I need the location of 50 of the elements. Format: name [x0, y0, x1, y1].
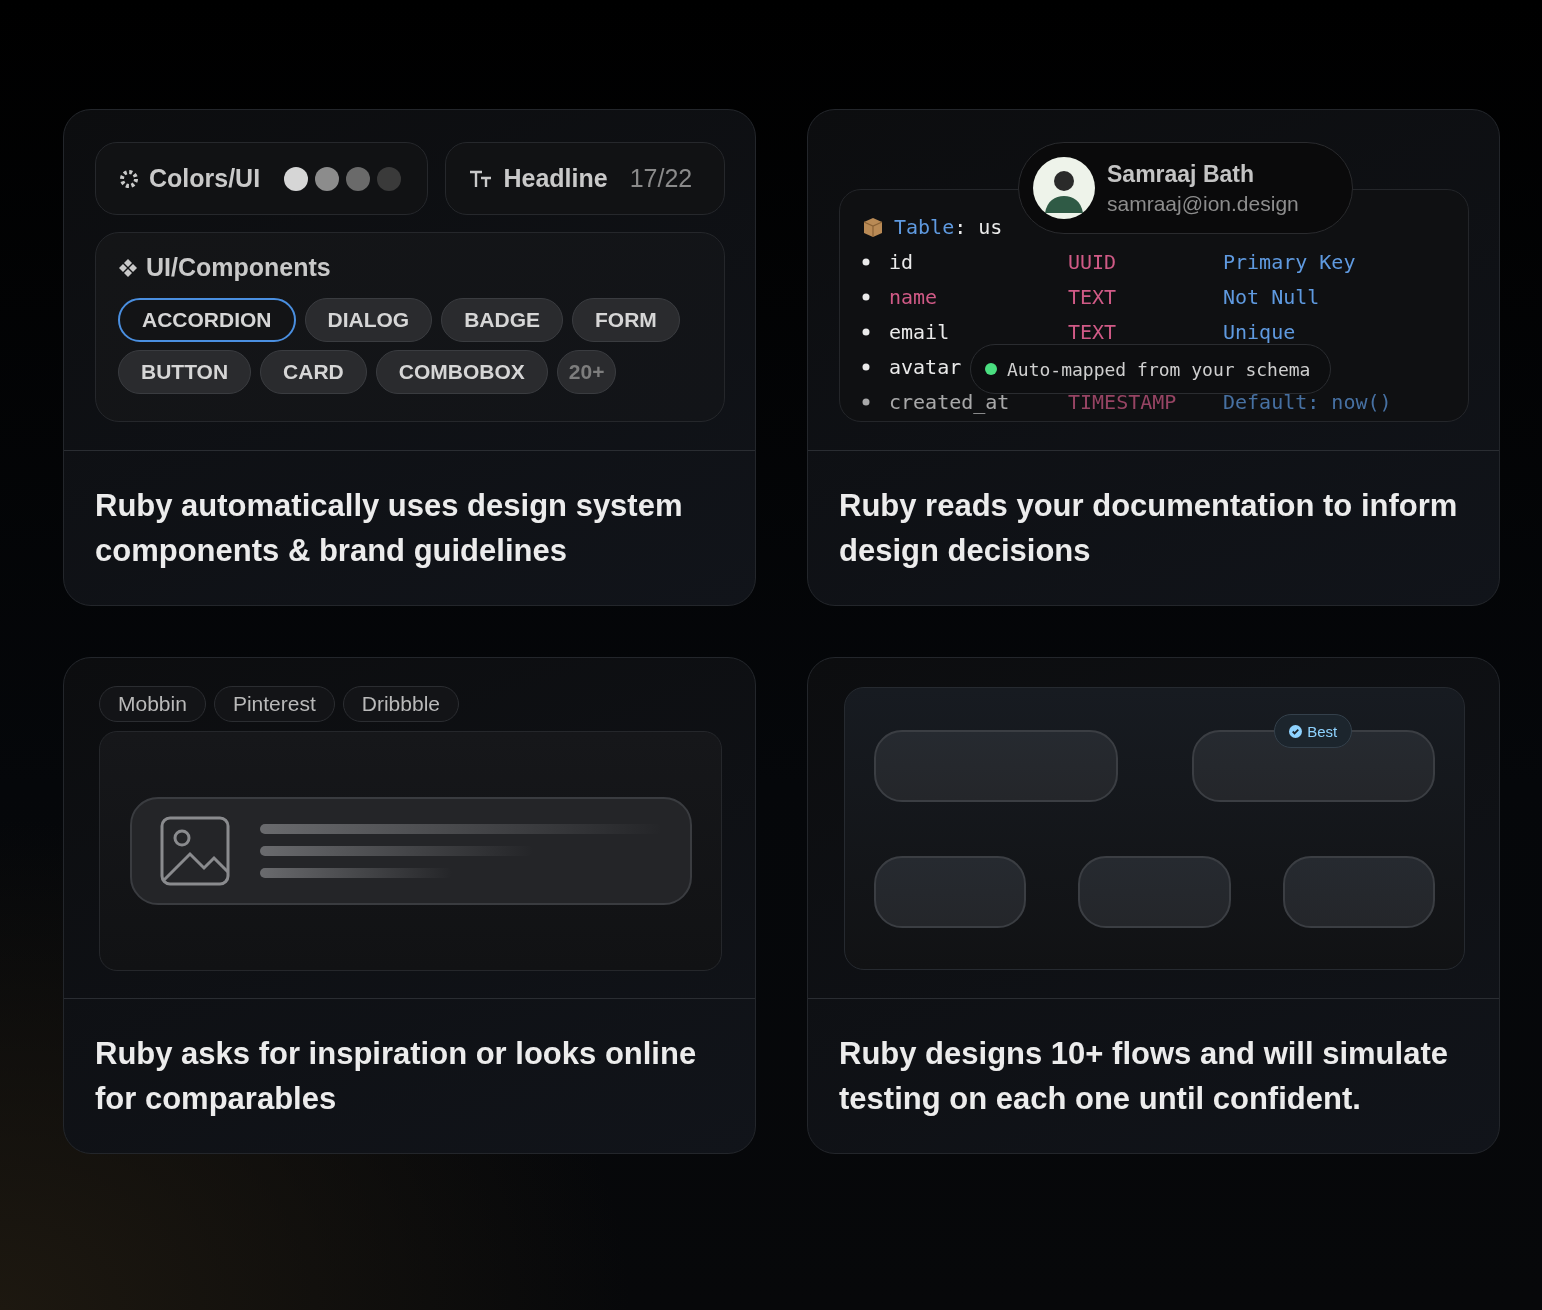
- component-chip[interactable]: COMBOBOX: [375, 350, 548, 394]
- profile-email: samraaj@ion.design: [1107, 191, 1299, 216]
- source-chip[interactable]: Pinterest: [213, 686, 335, 722]
- field-constraint: Unique: [1223, 319, 1296, 344]
- component-chip[interactable]: CARD: [260, 350, 367, 394]
- feature-caption: Ruby asks for inspiration or looks online for comparables: [94, 1035, 698, 1118]
- field-type: TEXT: [1068, 319, 1117, 344]
- table-label: Table: [894, 215, 955, 239]
- field-type: TEXT: [1068, 284, 1117, 309]
- field-type: TIMESTAMP: [1068, 389, 1177, 414]
- source-chip[interactable]: Mobbin: [99, 686, 206, 722]
- check-icon: [1289, 724, 1303, 738]
- field-name: created_at: [889, 389, 1010, 414]
- field-constraint: Not Null: [1223, 284, 1320, 309]
- status-dot-icon: [985, 363, 997, 375]
- table-name: : us: [954, 215, 1003, 239]
- field-name: name: [889, 284, 938, 309]
- component-chip[interactable]: FORM: [572, 298, 680, 342]
- feature-caption: Ruby designs 10+ flows and will simulate testing on each one until confident.: [838, 1035, 1449, 1118]
- image-icon: [159, 816, 230, 886]
- profile-name: Samraaj Bath: [1107, 160, 1255, 188]
- feature-caption: Ruby automatically uses design system components & brand guidelines: [94, 487, 684, 570]
- box-icon: [862, 216, 884, 238]
- palette-icon: [119, 168, 139, 189]
- field-name: avatar: [889, 354, 962, 379]
- font-size-value: 17/22: [629, 164, 693, 193]
- component-chip[interactable]: DIALOG: [304, 298, 433, 342]
- feature-caption: Ruby reads your documentation to inform design decisions: [838, 487, 1459, 570]
- bullet-icon: [862, 327, 870, 336]
- field-constraint: Primary Key: [1223, 249, 1356, 274]
- panel-title: UI/Components: [146, 253, 331, 282]
- avatar: [1033, 157, 1095, 219]
- token-label: Headline: [503, 164, 608, 193]
- badge-label: Best: [1307, 722, 1338, 740]
- bullet-icon: [862, 362, 870, 371]
- field-constraint: Default: now(): [1223, 389, 1392, 414]
- bullet-icon: [862, 257, 870, 266]
- field-type: UUID: [1068, 249, 1117, 274]
- token-label: Colors/UI: [149, 164, 261, 193]
- source-chip[interactable]: Dribbble: [342, 686, 459, 722]
- component-icon: [118, 257, 138, 278]
- bullet-icon: [862, 292, 870, 301]
- field-name: id: [889, 249, 914, 274]
- text-size-icon: [469, 168, 494, 189]
- component-chip[interactable]: BUTTON: [118, 350, 252, 394]
- bullet-icon: [862, 397, 870, 406]
- component-chip[interactable]: BADGE: [441, 298, 563, 342]
- component-chip[interactable]: ACCORDION: [118, 298, 296, 342]
- toast-text: Auto-mapped from your schema: [1007, 358, 1311, 380]
- field-name: email: [889, 319, 950, 344]
